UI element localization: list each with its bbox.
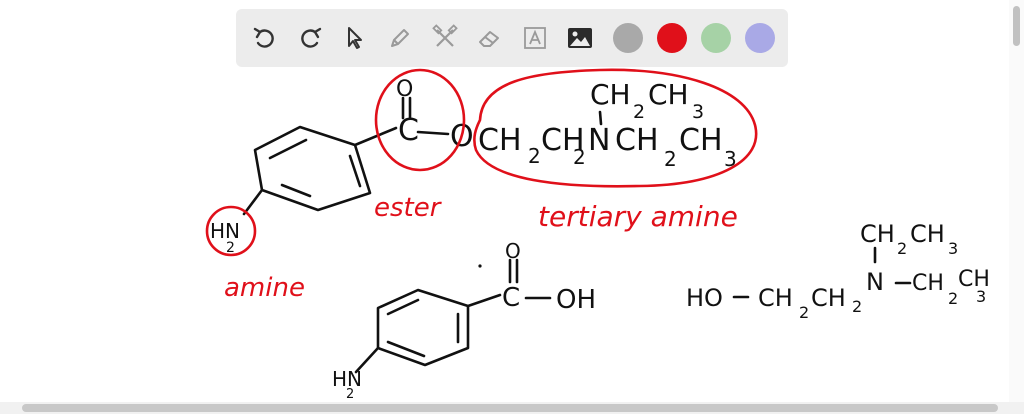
undo-button[interactable] [246, 19, 284, 57]
svg-text:CH: CH [590, 78, 631, 111]
eraser-icon [479, 31, 499, 47]
acid-carbonyl-carbon: C [502, 283, 520, 313]
vertical-scroll-thumb[interactable] [1013, 6, 1020, 46]
svg-text:2: 2 [799, 303, 809, 322]
color-swatch-red[interactable] [657, 23, 687, 53]
molecule-aminobenzoic-acid [354, 258, 552, 374]
svg-text:CH: CH [615, 123, 659, 158]
text-icon [524, 27, 546, 49]
select-button[interactable] [336, 19, 374, 57]
ester-label: ester [374, 193, 443, 223]
svg-text:CH: CH [758, 284, 793, 312]
select-pointer-icon [348, 27, 362, 49]
svg-text:CH: CH [679, 123, 723, 158]
tools-button[interactable] [426, 19, 464, 57]
procaine-chain: CH 2 CH 2 N CH 2 CH 3 [478, 123, 737, 171]
pen-icon [391, 29, 409, 47]
svg-text:CH: CH [648, 78, 689, 111]
eraser-button[interactable] [471, 19, 509, 57]
color-swatch-gray[interactable] [613, 23, 643, 53]
vertical-scrollbar[interactable] [1009, 0, 1024, 402]
svg-text:HO: HO [686, 284, 723, 312]
dea-right-ethyl: CH 2 CH 3 [912, 267, 990, 308]
svg-text:N: N [866, 268, 884, 296]
svg-text:2: 2 [852, 297, 862, 316]
svg-text:2: 2 [664, 147, 677, 171]
benzene-ring-2 [376, 288, 470, 367]
svg-text:2: 2 [528, 144, 541, 168]
svg-text:3: 3 [948, 239, 958, 258]
undo-icon [253, 27, 274, 48]
redo-button[interactable] [291, 19, 329, 57]
svg-text:CH: CH [860, 220, 895, 248]
svg-text:CH: CH [478, 123, 522, 158]
image-icon [568, 28, 592, 48]
svg-text:CH: CH [811, 284, 846, 312]
image-button[interactable] [561, 19, 599, 57]
svg-text:2: 2 [573, 145, 586, 169]
horizontal-scrollbar[interactable] [0, 402, 1024, 414]
molecule-diethylaminoethanol: HO CH 2 CH 2 N CH 2 CH 3 CH 2 CH 3 [686, 220, 990, 322]
svg-text:2: 2 [633, 101, 645, 123]
redo-icon [301, 27, 322, 48]
svg-text:CH: CH [912, 271, 944, 296]
svg-text:3: 3 [692, 101, 704, 123]
svg-text:2: 2 [897, 239, 907, 258]
svg-text:3: 3 [976, 287, 986, 306]
tools-icon [432, 24, 458, 47]
svg-text:CH: CH [910, 220, 945, 248]
procaine-amine-group: H N 2 [210, 219, 240, 256]
svg-text:2: 2 [346, 387, 354, 402]
svg-text:2: 2 [948, 289, 958, 308]
tertiary-amine-label: tertiary amine [538, 200, 738, 233]
text-button[interactable] [516, 19, 554, 57]
amine-label: amine [224, 273, 305, 303]
svg-text:H: H [332, 367, 347, 391]
color-swatch-lavender[interactable] [745, 23, 775, 53]
acid-amine-group: H N 2 [332, 367, 362, 402]
carbonyl-carbon: C [398, 113, 419, 148]
acid-carbonyl-oxygen: O [505, 239, 521, 263]
drawing-toolbar [236, 9, 788, 67]
benzene-ring [253, 125, 372, 212]
carbonyl-oxygen: O [396, 77, 413, 102]
svg-text:N: N [588, 123, 610, 158]
horizontal-scroll-thumb[interactable] [22, 404, 998, 412]
pen-button[interactable] [381, 19, 419, 57]
acid-hydroxyl: OH [556, 285, 596, 315]
svg-text:H: H [210, 219, 225, 243]
color-swatch-green[interactable] [701, 23, 731, 53]
procaine-top-ethyl: CH 2 CH 3 [590, 78, 704, 123]
